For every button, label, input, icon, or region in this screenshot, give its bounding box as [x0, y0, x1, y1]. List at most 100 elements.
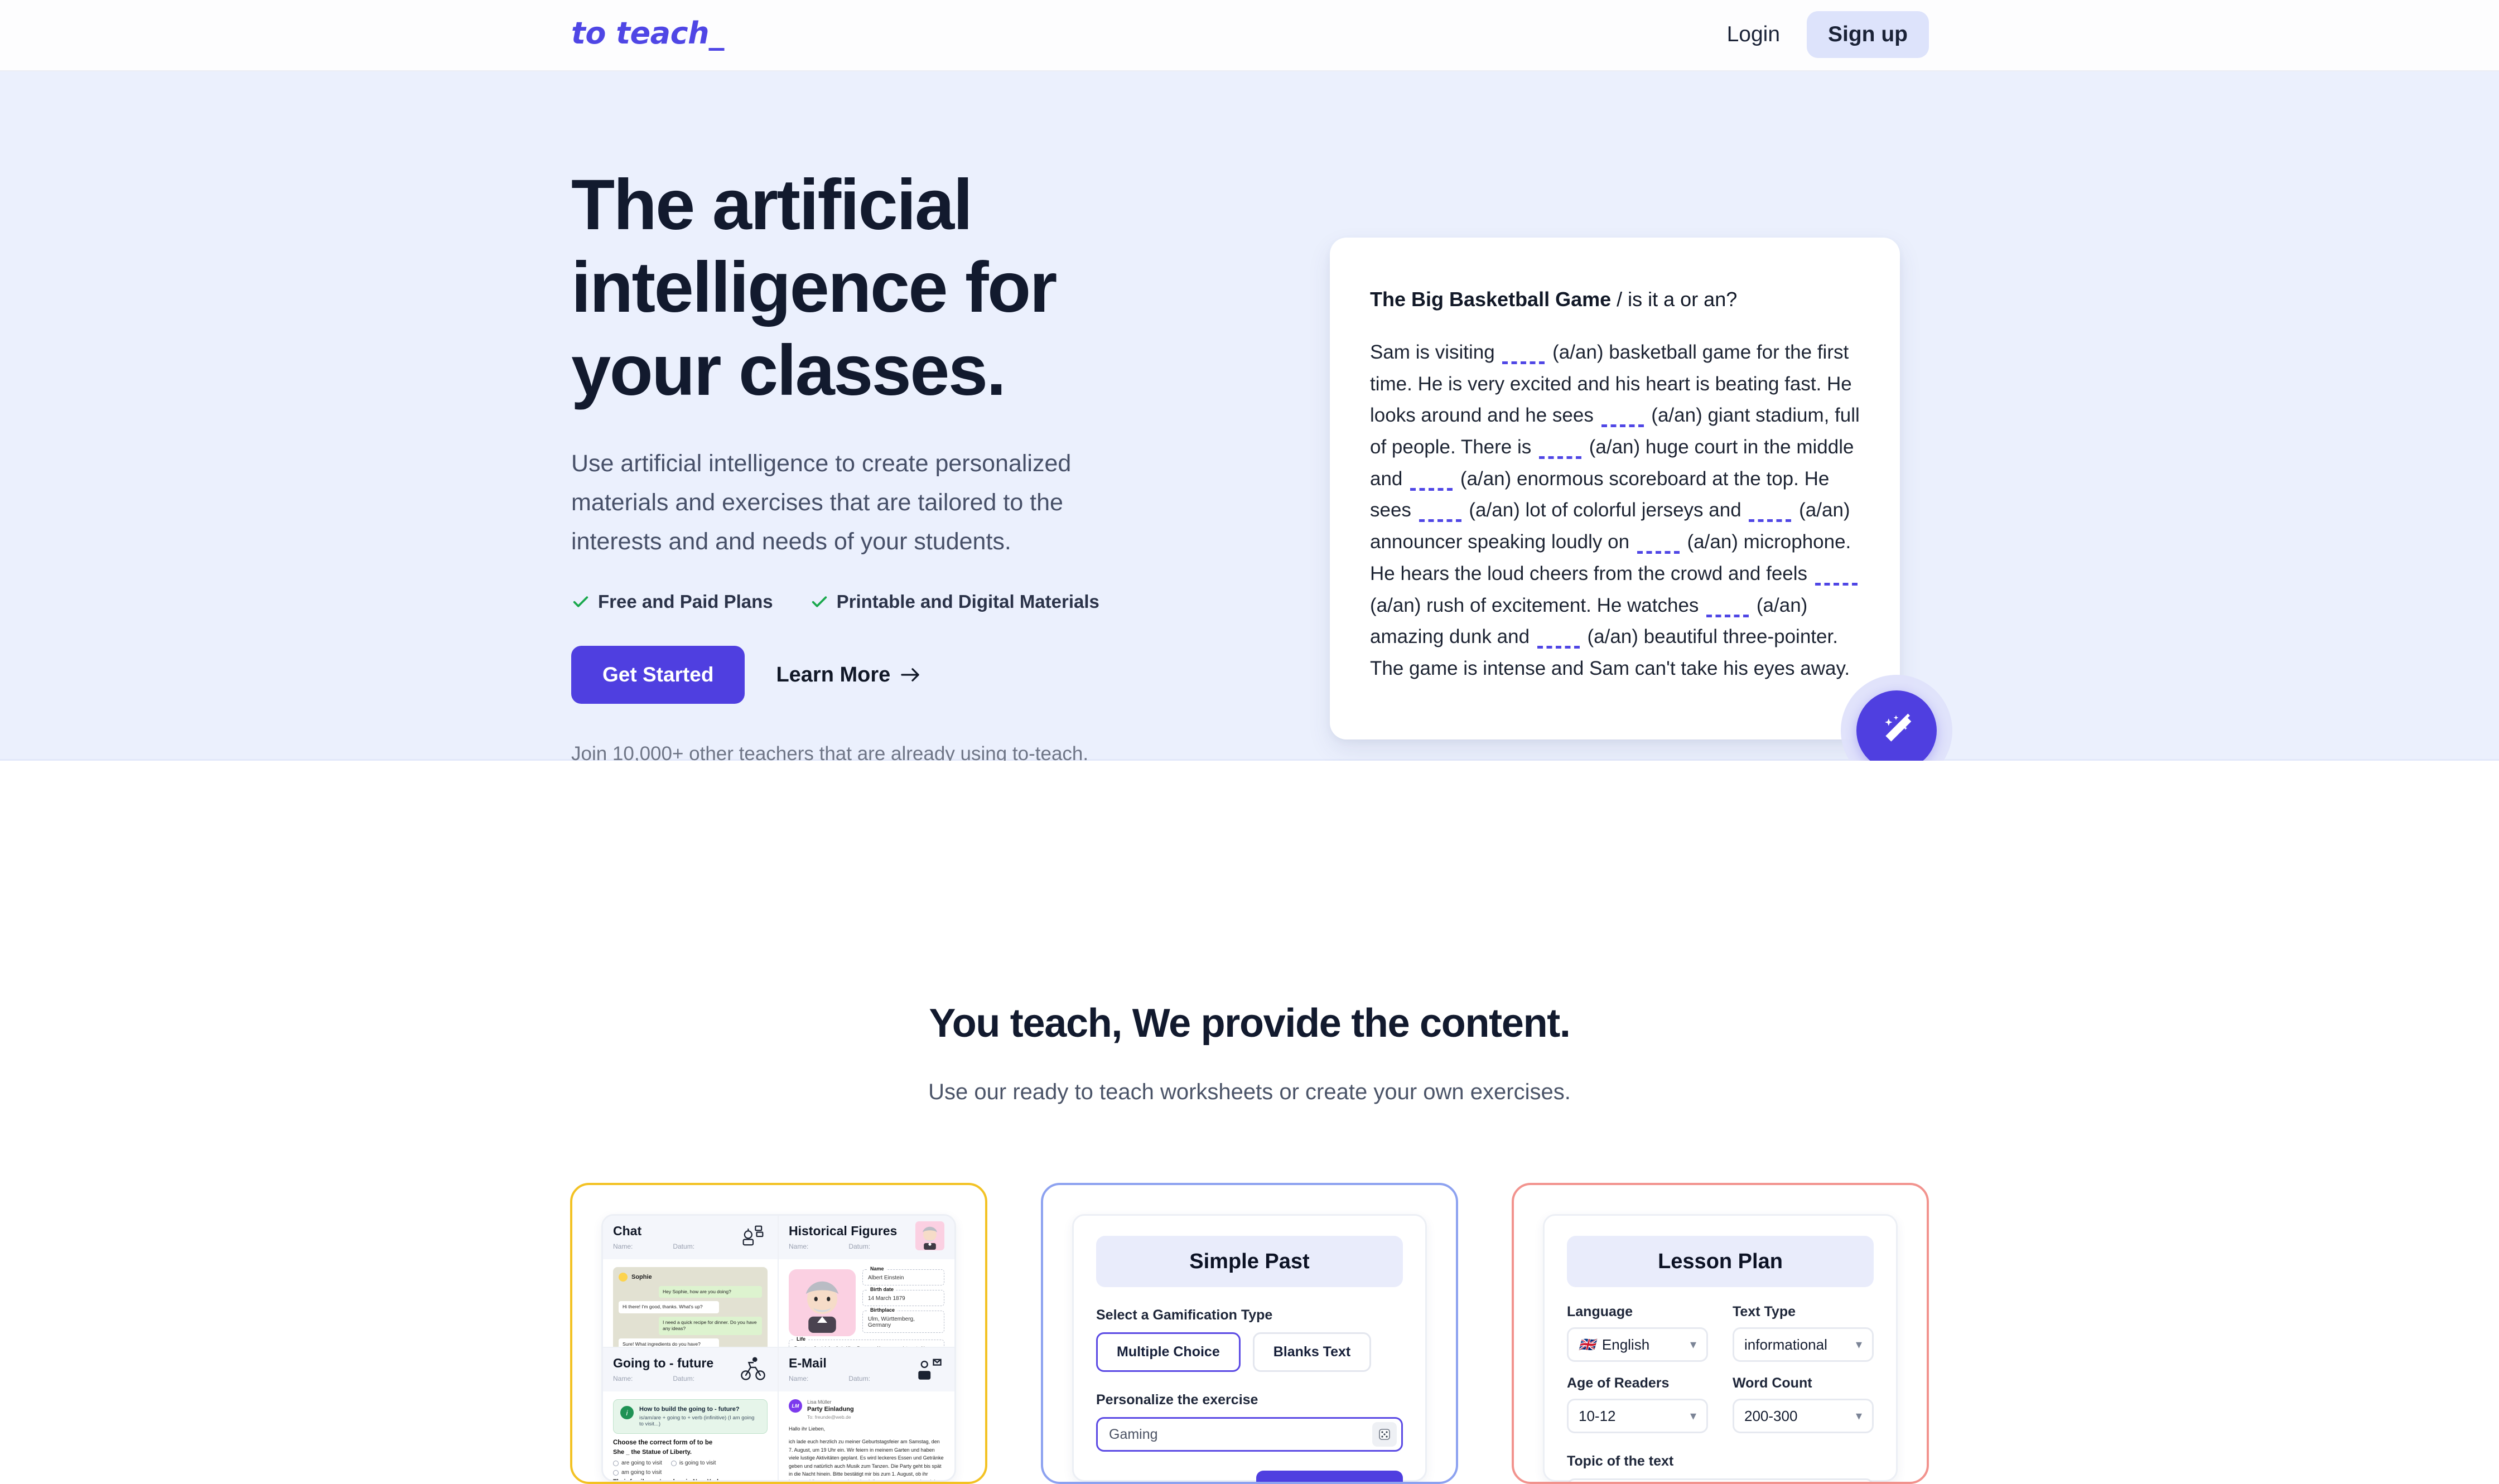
- section-title: You teach, We provide the content.: [929, 1001, 1571, 1046]
- field-label: Birthplace: [868, 1307, 898, 1313]
- tip-title: How to build the going to - future?: [639, 1406, 740, 1413]
- signup-button[interactable]: Sign up: [1807, 11, 1929, 58]
- section-label: Life: [794, 1336, 808, 1342]
- email-paragraph: ich lade euch herzlich zu meiner Geburts…: [789, 1439, 944, 1480]
- lesson-plan-title-bar: Lesson Plan: [1567, 1236, 1874, 1287]
- blank-field[interactable]: [1706, 614, 1749, 617]
- exercise-text-part: (a/an) rush of excitement. He watches: [1370, 594, 1705, 616]
- hero-feature-list: Free and Paid Plans Printable and Digita…: [571, 591, 1162, 612]
- preview-card-exercise-builder[interactable]: Simple Past Select a Gamification Type M…: [1041, 1183, 1458, 1484]
- word-count-select[interactable]: 200-300 ▾: [1733, 1399, 1874, 1433]
- field-label: Birth date: [868, 1287, 896, 1292]
- blank-field[interactable]: [1419, 519, 1461, 523]
- chat-bubble: Sure! What ingredients do you have?: [619, 1338, 719, 1347]
- blank-field[interactable]: [1502, 361, 1545, 364]
- hero-preview-card: The Big Basketball Game / is it a or an?…: [1330, 238, 1900, 739]
- option-item[interactable]: is going to visit: [670, 1460, 716, 1466]
- einstein-avatar-icon: [915, 1221, 944, 1250]
- section-subtitle: Use our ready to teach worksheets or cre…: [928, 1080, 1571, 1104]
- exercise-text-part: Sam is visiting: [1370, 341, 1501, 363]
- option-label: is going to visit: [679, 1460, 716, 1466]
- worksheet-header: E-Mail Name: Datum:: [779, 1348, 954, 1391]
- worksheet-body: Sophie Hey Sophie, how are you doing? Hi…: [603, 1259, 778, 1347]
- create-exercise-button[interactable]: Create Exercise: [1256, 1471, 1403, 1482]
- field-age-of-readers: Age of Readers 10-12 ▾: [1567, 1375, 1708, 1433]
- worksheet-grid: Chat Name: Datum: Sophie Hey Sophie, how…: [601, 1214, 956, 1482]
- worksheet-body: i How to build the going to - future? is…: [603, 1391, 778, 1480]
- field-label: Text Type: [1733, 1304, 1796, 1319]
- avatar: [619, 1273, 628, 1282]
- option-item[interactable]: are going to visit: [613, 1460, 662, 1466]
- email-recipient: To: freunde@web.de: [807, 1414, 851, 1420]
- exercise-text-part: (a/an) lot of colorful jerseys and: [1463, 499, 1747, 521]
- dice-button[interactable]: [1372, 1422, 1397, 1447]
- chat-bubble: Hi there! I'm good, thanks. What's up?: [619, 1301, 719, 1313]
- field-label: Word Count: [1733, 1375, 1812, 1391]
- worksheet-pane-historical-figures: Historical Figures Name: Datum: Name Alb…: [779, 1216, 954, 1348]
- exercise-title-rest: / is it a or an?: [1611, 288, 1738, 311]
- chat-user: Sophie: [619, 1273, 762, 1282]
- age-of-readers-select[interactable]: 10-12 ▾: [1567, 1399, 1708, 1433]
- option-item[interactable]: am going to visit: [613, 1470, 662, 1476]
- hero-cta-group: Get Started Learn More: [571, 646, 1162, 704]
- logo[interactable]: to teach_: [571, 16, 724, 51]
- learn-more-label: Learn More: [776, 663, 891, 687]
- exercise-title-bold: The Big Basketball Game: [1370, 288, 1612, 311]
- worksheet-name-field: Name:: [613, 1375, 633, 1383]
- blank-field[interactable]: [1637, 551, 1680, 554]
- magic-wand-button[interactable]: [1856, 690, 1937, 771]
- chat-user-name: Sophie: [631, 1274, 652, 1280]
- check-icon: [812, 596, 827, 608]
- field-value: Albert Einstein: [868, 1275, 904, 1281]
- hero-title-line-2: intelligence for: [571, 248, 1057, 328]
- worksheet-name-field: Name:: [789, 1243, 809, 1250]
- worksheet-date-field: Datum:: [848, 1243, 871, 1250]
- gamification-option-blanks-text[interactable]: Blanks Text: [1252, 1332, 1372, 1372]
- radio-icon: [613, 1470, 619, 1476]
- preview-card-worksheets[interactable]: Chat Name: Datum: Sophie Hey Sophie, how…: [570, 1183, 987, 1484]
- exercise-title-bar: Simple Past: [1096, 1236, 1403, 1287]
- preview-card-lesson-plan[interactable]: Lesson Plan Language 🇬🇧 English ▾ Text Ty…: [1512, 1183, 1929, 1484]
- worksheet-header: Chat Name: Datum:: [603, 1216, 778, 1259]
- question-prompt: Their family _ a tour bus in New York.: [613, 1478, 768, 1480]
- blank-field[interactable]: [1539, 456, 1581, 460]
- worksheet-date-field: Datum:: [848, 1375, 871, 1383]
- login-link[interactable]: Login: [1715, 13, 1792, 56]
- field-word-count: Word Count 200-300 ▾: [1733, 1375, 1874, 1433]
- field-group: Birth date 14 March 1879: [862, 1287, 944, 1306]
- blank-field[interactable]: [1815, 582, 1858, 586]
- text-type-select[interactable]: informational ▾: [1733, 1327, 1874, 1362]
- chat-robot-icon: [742, 1225, 764, 1246]
- lesson-plan-panel: Lesson Plan Language 🇬🇧 English ▾ Text Ty…: [1543, 1214, 1898, 1482]
- language-select[interactable]: 🇬🇧 English ▾: [1567, 1327, 1708, 1362]
- gamification-label: Select a Gamification Type: [1096, 1307, 1273, 1323]
- exercise-builder-panel: Simple Past Select a Gamification Type M…: [1072, 1214, 1427, 1482]
- get-started-button[interactable]: Get Started: [571, 646, 745, 704]
- radio-icon: [670, 1460, 677, 1466]
- topic-input[interactable]: Which topic do you want the text to be a…: [1567, 1478, 1874, 1482]
- field-group: Birthplace Ulm, Württemberg, Germany: [862, 1307, 944, 1333]
- magic-wand-icon: [1885, 713, 1912, 742]
- worksheet-header: Historical Figures Name: Datum:: [779, 1216, 954, 1259]
- einstein-avatar-icon: [805, 1281, 839, 1333]
- arrow-right-icon: [901, 668, 920, 682]
- hero-title-line-3: your classes.: [571, 330, 1006, 410]
- einstein-portrait: [789, 1269, 856, 1336]
- flag-icon: 🇬🇧: [1579, 1337, 1595, 1352]
- blank-field[interactable]: [1601, 424, 1644, 428]
- email-paragraph: Hallo ihr Lieben,: [789, 1426, 826, 1432]
- feature-item-free-and-paid-plans: Free and Paid Plans: [571, 591, 773, 612]
- option-label: are going to visit: [621, 1460, 662, 1466]
- create-exercise-row: Create Exercise: [1096, 1471, 1403, 1482]
- check-icon: [573, 596, 588, 608]
- learn-more-link[interactable]: Learn More: [776, 663, 922, 687]
- blank-field[interactable]: [1749, 519, 1792, 523]
- tip-box: i How to build the going to - future? is…: [613, 1399, 768, 1434]
- lesson-plan-fields: Language 🇬🇧 English ▾ Text Type informati…: [1567, 1304, 1874, 1433]
- personalize-input[interactable]: [1109, 1426, 1372, 1443]
- personalize-label: Personalize the exercise: [1096, 1392, 1258, 1408]
- blank-field[interactable]: [1537, 646, 1580, 649]
- blank-field[interactable]: [1410, 487, 1453, 491]
- field-label: Language: [1567, 1304, 1633, 1319]
- gamification-option-multiple-choice[interactable]: Multiple Choice: [1096, 1332, 1241, 1372]
